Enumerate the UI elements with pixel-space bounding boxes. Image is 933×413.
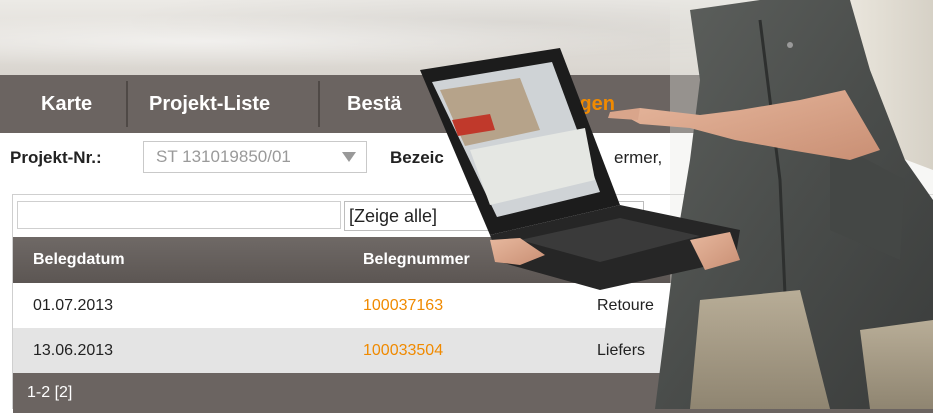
header-banner — [0, 0, 933, 75]
table-row: 13.06.2013 100033504 Liefers — [13, 328, 933, 373]
nav-separator — [126, 81, 128, 127]
date-filter-input[interactable] — [17, 201, 341, 229]
bezeichnung-value: ermer, — [614, 148, 663, 167]
table-filter-row: [Zeige alle] — [13, 195, 933, 237]
row-number-link[interactable]: 100033504 — [363, 328, 443, 373]
row-number-link[interactable]: 100037163 — [363, 283, 443, 328]
number-filter-value: [Zeige alle] — [349, 206, 438, 226]
nav-item-karte[interactable]: Karte — [41, 75, 92, 133]
nav-item-bestaetigungen[interactable]: Bestä — [347, 75, 401, 133]
nav-separator — [318, 81, 320, 127]
chevron-down-icon — [342, 152, 356, 162]
row-type: Retoure — [597, 297, 654, 314]
column-header-belegdatum[interactable]: Belegdatum — [33, 237, 125, 283]
row-type: Liefers — [597, 342, 646, 359]
project-filter-bar: Projekt-Nr.: ST 131019850/01 Bezeic erme… — [0, 133, 933, 183]
project-number-label: Projekt-Nr.: — [10, 148, 102, 167]
number-filter-select[interactable]: [Zeige alle] — [344, 201, 644, 231]
main-nav: Karte Projekt-Liste Bestä ungen — [0, 75, 933, 133]
nav-item-projekt-liste[interactable]: Projekt-Liste — [149, 75, 270, 133]
row-date: 13.06.2013 — [33, 342, 114, 359]
pager-text[interactable]: 1-2 [2] — [27, 373, 72, 413]
nav-item-active[interactable]: ungen — [555, 75, 615, 133]
bezeichnung-label: Bezeic — [390, 148, 444, 167]
table-header: Belegdatum Belegnummer — [13, 237, 933, 283]
column-header-belegnummer[interactable]: Belegnummer — [363, 237, 470, 283]
table-row: 01.07.2013 100037163 Retoure — [13, 283, 933, 328]
project-number-value: ST 131019850/01 — [156, 147, 291, 166]
documents-table: [Zeige alle] Belegdatum Belegnummer 01.0… — [12, 194, 933, 413]
row-date: 01.07.2013 — [33, 297, 114, 314]
table-pager: 1-2 [2] — [13, 373, 933, 413]
project-number-select[interactable]: ST 131019850/01 — [143, 141, 367, 173]
